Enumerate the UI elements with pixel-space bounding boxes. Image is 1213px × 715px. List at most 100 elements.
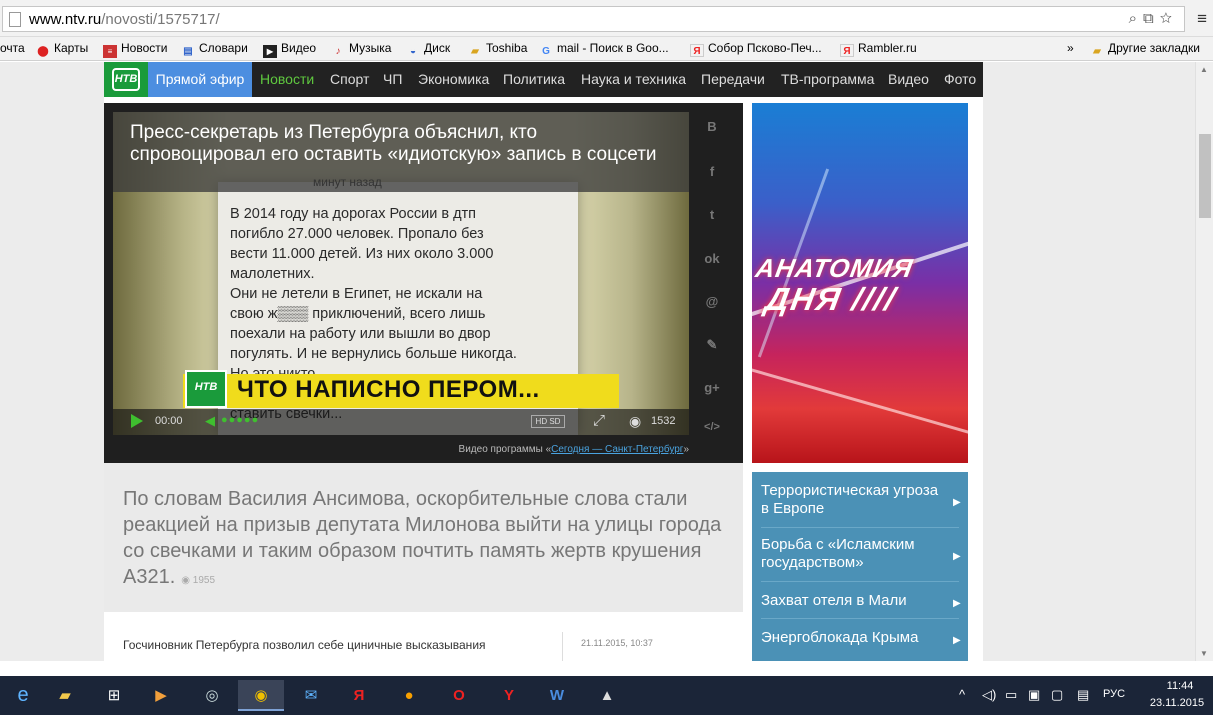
twitter-share-icon[interactable]: t xyxy=(692,207,732,222)
nav-politics[interactable]: Политика xyxy=(503,62,565,97)
fullscreen-icon[interactable]: ⤢ xyxy=(593,412,605,429)
search-icon[interactable]: ⌕ xyxy=(1129,10,1143,27)
chevron-right-icon: ▶ xyxy=(953,598,961,609)
video-panel: В 2014 году на дорогах России в дтп поги… xyxy=(104,103,743,463)
ok-icon[interactable]: ● xyxy=(386,680,432,711)
bookmark-maps[interactable]: ⬤ Карты xyxy=(36,41,88,58)
bookmark-news[interactable]: ≡ Новости xyxy=(103,41,167,58)
volume-icon[interactable]: ◀ xyxy=(205,413,215,429)
edge-icon[interactable]: e xyxy=(0,680,46,711)
ad-banner[interactable]: АНАТОМИЯ ДНЯ //// xyxy=(752,103,968,463)
clock-time[interactable]: 11:44 xyxy=(1155,680,1205,692)
video-icon: ▶ xyxy=(263,45,277,58)
play-icon[interactable] xyxy=(131,414,143,428)
related-news-row[interactable]: Госчиновник Петербурга позволил себе цин… xyxy=(104,612,743,661)
page-scrollbar[interactable]: ▲ ▼ xyxy=(1195,62,1213,661)
explorer-icon[interactable]: ▰ xyxy=(42,680,88,711)
nav-news[interactable]: Новости xyxy=(260,62,314,97)
page-icon xyxy=(9,12,21,27)
mail-icon[interactable]: ✉ xyxy=(288,680,334,711)
bookmark-dictionaries[interactable]: ▤ Словари xyxy=(181,41,248,58)
address-bar[interactable]: www.ntv.ru/novosti/1575717/ ⌕⧉☆ xyxy=(2,6,1185,32)
scroll-thumb[interactable] xyxy=(1199,134,1211,218)
facebook-share-icon[interactable]: f xyxy=(692,164,732,179)
bookmark-sobor[interactable]: Я Собор Псково-Печ... xyxy=(690,41,822,57)
live-button[interactable]: Прямой эфир xyxy=(148,62,252,97)
scroll-up-icon[interactable]: ▲ xyxy=(1200,65,1208,74)
ad-light-beam xyxy=(752,361,968,448)
yandex-icon: Я xyxy=(840,44,854,57)
display-icon[interactable]: ▢ xyxy=(1051,687,1063,703)
google-icon: G xyxy=(542,46,550,57)
disk-icon: ◒ xyxy=(409,46,417,57)
nav-emergency[interactable]: ЧП xyxy=(383,62,402,97)
nav-science[interactable]: Наука и техника xyxy=(581,62,686,97)
bookmark-video[interactable]: ▶ Видео xyxy=(263,41,316,58)
nav-shows[interactable]: Передачи xyxy=(701,62,765,97)
chrome-icon[interactable]: ◉ xyxy=(238,680,284,711)
embed-icon[interactable]: </> xyxy=(692,421,732,433)
notification-icon[interactable]: ▤ xyxy=(1077,687,1089,703)
googleplus-share-icon[interactable]: g+ xyxy=(692,380,732,395)
quality-toggle[interactable]: HD SD xyxy=(531,415,565,428)
bookmark-mail[interactable]: очта xyxy=(0,41,25,55)
nav-economy[interactable]: Экономика xyxy=(418,62,489,97)
store-icon[interactable]: ⊞ xyxy=(91,680,137,711)
omnibox-icons[interactable]: ⌕⧉☆ xyxy=(1129,10,1178,27)
nav-video[interactable]: Видео xyxy=(888,62,929,97)
chevron-right-icon: ▶ xyxy=(953,497,961,508)
speaker-icon[interactable]: ◁) xyxy=(982,687,996,703)
video-title[interactable]: Пресс-секретарь из Петербурга объяснил, … xyxy=(130,122,670,166)
media-player-icon[interactable]: ▶ xyxy=(138,680,184,711)
video-player[interactable]: В 2014 году на дорогах России в дтп поги… xyxy=(113,112,689,435)
opera-icon[interactable]: O xyxy=(436,680,482,711)
chevron-up-icon[interactable]: ^ xyxy=(959,687,965,702)
topic-divider xyxy=(761,618,959,619)
video-caption: Видео программы «Сегодня — Санкт-Петербу… xyxy=(458,444,689,455)
volume-slider[interactable]: ●●●●● xyxy=(221,414,259,426)
word-icon[interactable]: W xyxy=(534,680,580,711)
related-divider xyxy=(562,632,563,661)
music-icon: ♪ xyxy=(335,46,341,57)
translate-icon[interactable]: ⧉ xyxy=(1143,10,1160,27)
scroll-down-icon[interactable]: ▼ xyxy=(1200,649,1208,658)
nav-tv-program[interactable]: ТВ-программа xyxy=(781,62,874,97)
yandex-icon[interactable]: Я xyxy=(336,680,382,711)
language-indicator[interactable]: РУС xyxy=(1103,688,1125,700)
app-circle-icon[interactable]: ◎ xyxy=(189,680,235,711)
hamburger-icon[interactable]: ≡ xyxy=(1197,9,1207,29)
bookmark-rambler[interactable]: Я Rambler.ru xyxy=(840,41,917,57)
topic-divider xyxy=(761,527,959,528)
odnoklassniki-share-icon[interactable]: ok xyxy=(692,251,732,266)
clock-date[interactable]: 23.11.2015 xyxy=(1147,697,1207,709)
bookmark-toshiba[interactable]: ▰ Toshiba xyxy=(468,41,527,58)
video-views: 1532 xyxy=(651,415,676,427)
nav-sport[interactable]: Спорт xyxy=(330,62,369,97)
program-link[interactable]: Сегодня — Санкт-Петербург xyxy=(551,444,683,455)
related-date: 21.11.2015, 10:37 xyxy=(581,638,653,648)
ntv-logo[interactable]: НТВ xyxy=(104,62,148,97)
bookmark-music[interactable]: ♪ Музыка xyxy=(331,41,392,58)
livejournal-share-icon[interactable]: ✎ xyxy=(692,337,732,353)
network-icon[interactable]: ▣ xyxy=(1028,687,1040,703)
url-text[interactable]: www.ntv.ru/novosti/1575717/ xyxy=(29,11,220,28)
bookmark-mail-search[interactable]: Gmail - Поиск в Goo... xyxy=(539,41,669,58)
battery-icon[interactable]: ▭ xyxy=(1005,687,1017,703)
views-eye-icon: ◉ xyxy=(629,413,642,429)
mail-share-icon[interactable]: @ xyxy=(692,294,732,309)
yandex-browser-icon[interactable]: Y xyxy=(486,680,532,711)
news-icon: ≡ xyxy=(103,45,117,58)
video-time: 00:00 xyxy=(155,415,183,427)
bookmark-other[interactable]: ▰ Другие закладки xyxy=(1090,41,1200,58)
topic-divider xyxy=(761,581,959,582)
photos-icon[interactable]: ▲ xyxy=(584,680,630,711)
vk-share-icon[interactable]: В xyxy=(692,119,732,134)
bookmarks-overflow[interactable]: » xyxy=(1067,41,1074,55)
nav-photo[interactable]: Фото xyxy=(944,62,976,97)
bookmark-disk[interactable]: ◒ Диск xyxy=(406,41,450,58)
lead-text: По словам Василия Ансимова, оскорбительн… xyxy=(123,488,722,588)
related-title[interactable]: Госчиновник Петербурга позволил себе цин… xyxy=(123,638,486,652)
dictionary-icon: ▤ xyxy=(183,46,193,57)
ntv-logo-mark: НТВ xyxy=(112,68,140,91)
star-icon[interactable]: ☆ xyxy=(1160,10,1178,27)
